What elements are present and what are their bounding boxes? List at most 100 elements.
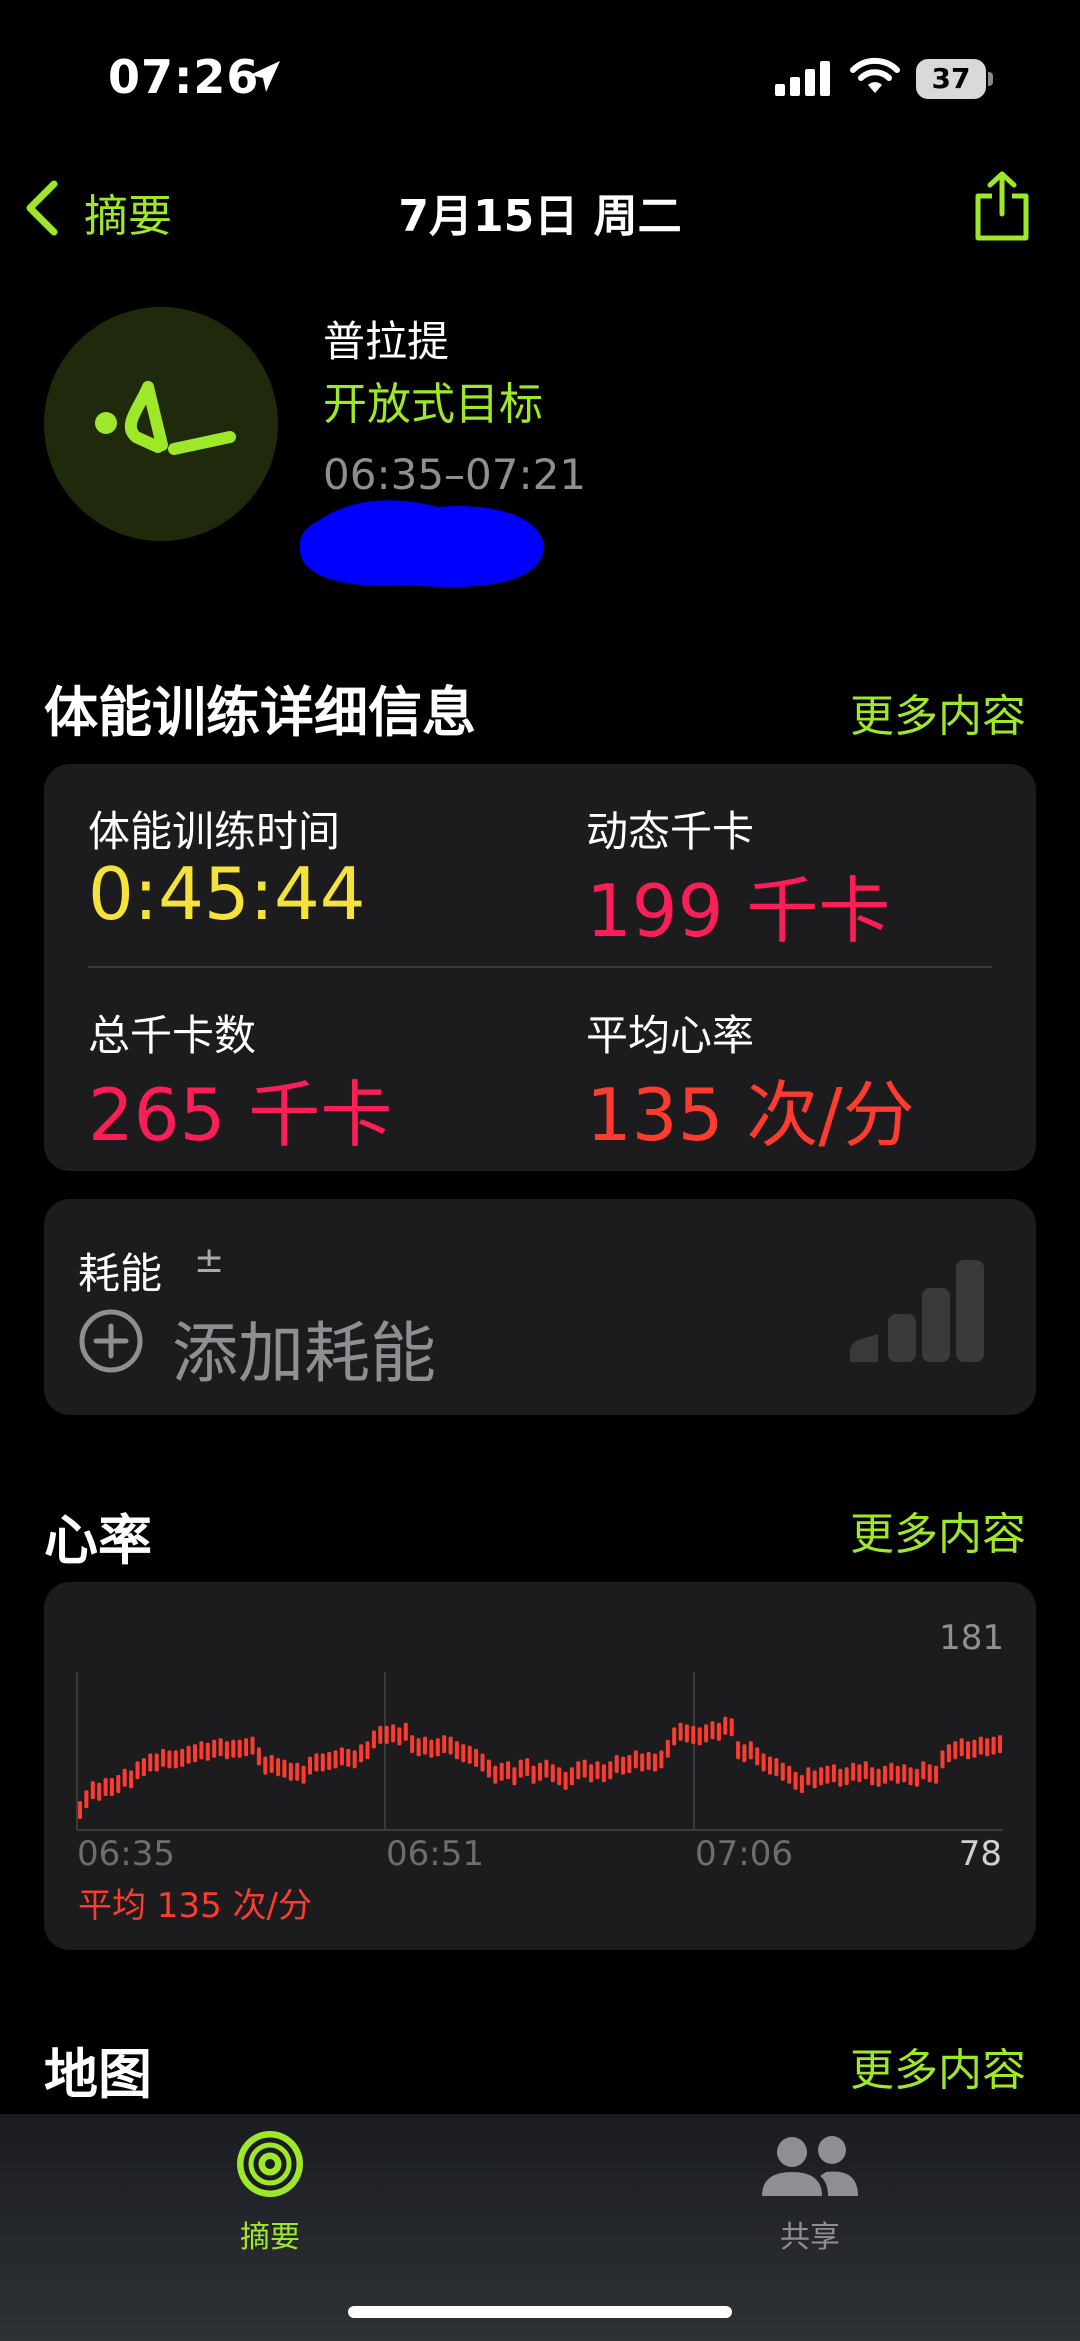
heart-rate-bar (806, 1767, 811, 1786)
heart-rate-bar (819, 1767, 824, 1786)
heart-rate-bar (697, 1727, 702, 1746)
tab-sharing[interactable]: 共享 (740, 2124, 880, 2255)
heart-rate-bar (825, 1765, 830, 1784)
heart-rate-bar (569, 1767, 574, 1786)
heart-rate-bar (397, 1727, 402, 1746)
heart-rate-bar (550, 1764, 555, 1783)
heart-rate-bar (167, 1750, 172, 1769)
heart-rate-bar (844, 1767, 849, 1786)
heart-rate-bar (614, 1755, 619, 1773)
heart-rate-bar (576, 1761, 581, 1780)
heart-rate-bar (314, 1753, 319, 1772)
heart-rate-bar (736, 1741, 741, 1760)
chart-tick-label: 06:51 (386, 1834, 484, 1874)
tab-label-summary: 摘要 (240, 2220, 300, 2255)
heart-rate-bar (276, 1758, 281, 1777)
heart-rate-bar (97, 1782, 102, 1801)
heart-rate-bar (467, 1745, 472, 1764)
heart-rate-bar (608, 1761, 613, 1780)
heart-rate-bar (640, 1753, 645, 1772)
heart-rate-bar (761, 1753, 766, 1772)
sharing-people-icon (762, 2136, 858, 2196)
heart-rate-bar (889, 1762, 894, 1781)
chart-tick-label: 07:06 (695, 1834, 793, 1874)
heart-rate-bar (691, 1725, 696, 1744)
heart-rate-bar (985, 1738, 990, 1757)
heart-rate-bar (365, 1741, 370, 1760)
heart-rate-bar (710, 1721, 715, 1740)
heart-rate-bar (282, 1759, 287, 1778)
heart-rate-bar (90, 1781, 95, 1800)
heart-rate-bar (538, 1762, 542, 1781)
heart-rate-bar (787, 1765, 792, 1784)
heart-rate-bar (193, 1744, 197, 1763)
tab-label-sharing: 共享 (780, 2220, 840, 2255)
heart-rate-bar (269, 1755, 274, 1773)
heart-rate-bar (493, 1765, 498, 1784)
heart-rate-bar (934, 1765, 939, 1784)
heart-rate-bar (237, 1739, 242, 1758)
heart-rate-bar (946, 1744, 951, 1763)
heart-rate-bar (940, 1750, 945, 1769)
heart-rate-bar (161, 1748, 166, 1767)
heart-rate-bar (729, 1718, 734, 1737)
heart-rate-bar (103, 1778, 108, 1796)
chart-tick-label: 06:35 (77, 1834, 175, 1874)
heart-rate-bar (129, 1770, 134, 1789)
heart-rate-bar (716, 1722, 721, 1741)
heart-rate-bar (442, 1735, 447, 1754)
tab-summary[interactable]: 摘要 (200, 2124, 340, 2255)
activity-rings-icon (237, 2131, 303, 2197)
heart-rate-bar (876, 1768, 881, 1787)
heart-rate-bar (384, 1725, 389, 1744)
heart-rate-bar (927, 1764, 932, 1783)
heart-rate-bar (244, 1738, 249, 1757)
heart-rate-bar (742, 1744, 747, 1763)
heart-rate-bar (224, 1741, 229, 1760)
heart-rate-bar (199, 1741, 204, 1760)
heart-rate-bar (991, 1736, 996, 1755)
heart-rate-bar (755, 1747, 760, 1766)
heart-rate-bar (320, 1753, 325, 1772)
heart-rate-min-label: 78 (958, 1834, 1002, 1874)
heart-rate-average: 平均 135 次/分 (78, 1886, 312, 1926)
map-more-link[interactable]: 更多内容 (850, 2034, 1026, 2098)
heart-rate-bar (870, 1767, 875, 1786)
heart-rate-bar (295, 1762, 300, 1781)
heart-rate-bar (378, 1725, 383, 1744)
heart-rate-bar (972, 1739, 977, 1758)
heart-rate-bar (474, 1748, 479, 1767)
heart-rate-bar (352, 1750, 357, 1769)
heart-rate-bar (665, 1739, 670, 1758)
heart-rate-bar (339, 1747, 344, 1766)
heart-rate-bar (953, 1741, 958, 1760)
heart-rate-bar (723, 1716, 728, 1735)
heart-rate-bar (627, 1755, 632, 1773)
heart-rate-bar (371, 1730, 376, 1749)
heart-rate-bar (774, 1758, 779, 1777)
heart-rate-bar (799, 1775, 804, 1793)
heart-rate-bar (346, 1748, 351, 1767)
heart-rate-bar (780, 1762, 785, 1781)
heart-rate-bar (359, 1744, 364, 1763)
heart-rate-bar (978, 1736, 983, 1755)
heart-rate-bar (857, 1764, 862, 1783)
heart-rate-bar (595, 1761, 600, 1780)
heart-rate-bar (921, 1761, 926, 1780)
heart-rate-bar (908, 1767, 913, 1786)
heart-rate-bar (589, 1764, 594, 1783)
heart-rate-bar (301, 1765, 306, 1784)
heart-rate-bar (512, 1767, 517, 1786)
heart-rate-bar (831, 1764, 836, 1783)
heart-rate-bar (748, 1741, 753, 1760)
heart-rate-bar (768, 1756, 772, 1775)
heart-rate-bar (435, 1738, 440, 1757)
heart-rate-bar (116, 1775, 121, 1793)
heart-rate-bar (186, 1745, 191, 1764)
heart-rate-bar (895, 1765, 900, 1784)
heart-rate-bar (480, 1753, 485, 1772)
heart-rate-bar (391, 1724, 396, 1743)
heart-rate-bar (84, 1790, 89, 1809)
heart-rate-bar (506, 1761, 511, 1780)
home-indicator (348, 2306, 732, 2318)
